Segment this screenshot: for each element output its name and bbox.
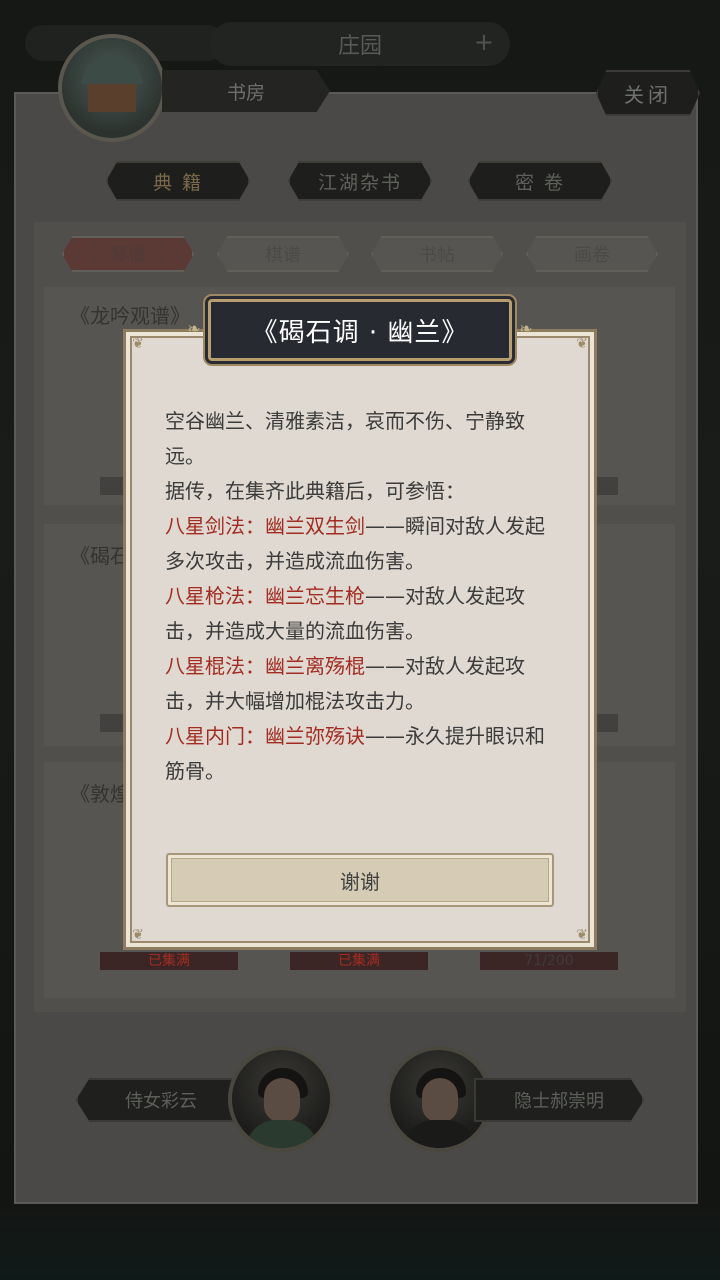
subtab-chess-scores[interactable]: 棋谱	[217, 236, 349, 272]
character-plate-maid[interactable]: 侍女彩云	[76, 1078, 246, 1122]
maid-portrait-avatar[interactable]	[228, 1046, 334, 1152]
title-flourish-right-icon: ❧	[519, 319, 533, 338]
progress-label: 已集满	[100, 952, 238, 970]
progress-label: 已集满	[290, 952, 428, 970]
plus-icon[interactable]: +	[474, 28, 494, 56]
skill-name: 八星棍法：幽兰离殇棍	[165, 654, 365, 678]
subtab-qin-scores[interactable]: 琴谱	[62, 236, 194, 272]
dialog-lead: 据传，在集齐此典籍后，可参悟：	[165, 479, 465, 503]
category-tab-secret-scrolls[interactable]: 密 卷	[468, 161, 612, 201]
subtab-calligraphy[interactable]: 书帖	[371, 236, 503, 272]
close-button[interactable]: 关闭	[596, 70, 700, 116]
corner-ornament-icon: ❦	[132, 927, 144, 943]
dialog-intro: 空谷幽兰、清雅素洁，哀而不伤、宁静致远。	[165, 409, 525, 468]
subtab-paintings[interactable]: 画卷	[526, 236, 658, 272]
category-tab-misc-books[interactable]: 江湖杂书	[288, 161, 432, 201]
skill-entry: 八星棍法：幽兰离殇棍——对敌人发起攻击，并大幅增加棍法攻击力。	[165, 649, 557, 719]
skill-name: 八星剑法：幽兰双生剑	[165, 514, 365, 538]
progress-label: 71/200	[480, 952, 618, 970]
skill-name: 八星枪法：幽兰忘生枪	[165, 584, 365, 608]
book-card-title: 《碣石	[70, 544, 130, 568]
dialog-body: 空谷幽兰、清雅素洁，哀而不伤、宁静致远。 据传，在集齐此典籍后，可参悟： 八星剑…	[165, 404, 557, 789]
corner-ornament-icon: ❦	[576, 336, 588, 352]
book-card-title: 《敦煌	[70, 782, 130, 806]
title-flourish-left-icon: ❧	[187, 319, 201, 338]
category-tab-classics[interactable]: 典 籍	[106, 161, 250, 201]
book-card-title: 《龙吟观谱》	[70, 304, 190, 328]
skill-entry: 八星枪法：幽兰忘生枪——对敌人发起攻击，并造成大量的流血伤害。	[165, 579, 557, 649]
house-body-icon	[88, 84, 136, 112]
bottom-strip	[0, 1210, 720, 1280]
dialog-title: 《碣石调 · 幽兰》	[208, 299, 512, 361]
character-plate-hermit[interactable]: 隐士郝崇明	[474, 1078, 644, 1122]
skill-name: 八星内门：幽兰弥殇诀	[165, 724, 365, 748]
location-title: 庄园 +	[210, 22, 510, 66]
study-room-tab[interactable]: 书房	[162, 70, 330, 112]
skill-entry: 八星内门：幽兰弥殇诀——永久提升眼识和筋骨。	[165, 719, 557, 789]
thanks-button[interactable]: 谢谢	[166, 853, 554, 907]
skill-entry: 八星剑法：幽兰双生剑——瞬间对敌人发起多次攻击，并造成流血伤害。	[165, 509, 557, 579]
corner-ornament-icon: ❦	[132, 336, 144, 352]
location-title-text: 庄园	[337, 34, 382, 59]
corner-ornament-icon: ❦	[576, 927, 588, 943]
